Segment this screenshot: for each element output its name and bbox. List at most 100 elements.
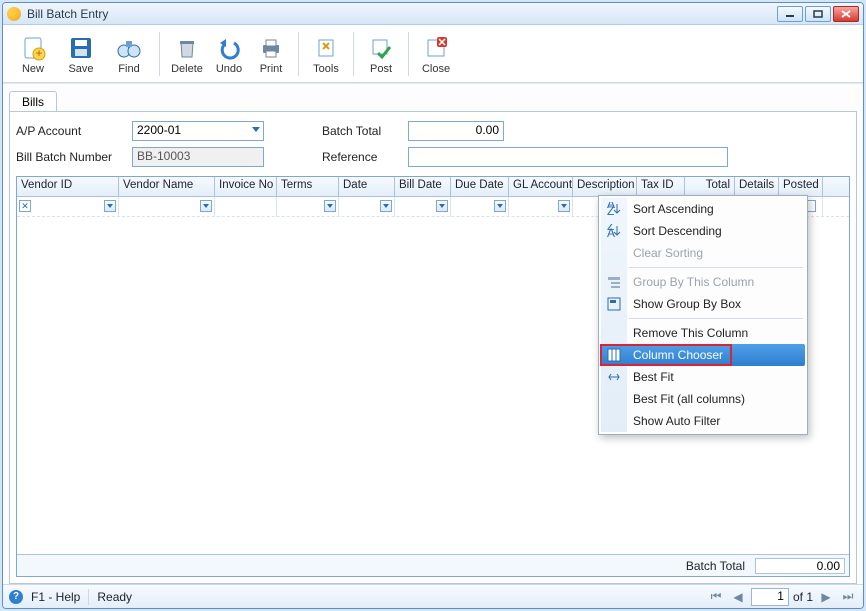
toolbar: +New Save Find Delete Undo Print Tools P… [3, 25, 863, 83]
pager-of-text: of 1 [793, 590, 813, 604]
dropdown-icon[interactable] [558, 200, 570, 212]
pager-page-input[interactable]: 1 [751, 588, 789, 606]
cell-invoice-no[interactable] [215, 197, 277, 217]
menu-sort-ascending[interactable]: AZSort Ascending [601, 198, 805, 220]
post-button[interactable]: Post [360, 29, 402, 79]
ap-account-label: A/P Account [16, 124, 126, 138]
statusbar: ? F1 - Help Ready ⏮ ◀ 1 of 1 ▶ ⏭ [3, 584, 863, 608]
col-vendor-name[interactable]: Vendor Name [119, 177, 215, 196]
bill-batch-number-field: BB-10003 [132, 147, 264, 167]
pager-prev-button[interactable]: ◀ [729, 588, 747, 606]
bill-batch-number-label: Bill Batch Number [16, 150, 126, 164]
reference-label: Reference [322, 150, 402, 164]
cell-bill-date[interactable] [395, 197, 451, 217]
menu-show-auto-filter[interactable]: Show Auto Filter [601, 410, 805, 432]
printer-icon [258, 33, 284, 63]
svg-text:+: + [35, 46, 42, 60]
cell-terms[interactable] [277, 197, 339, 217]
col-due-date[interactable]: Due Date [451, 177, 509, 196]
pager-last-button[interactable]: ⏭ [839, 588, 857, 606]
menu-group-by-column: Group By This Column [601, 271, 805, 293]
col-posted[interactable]: Posted [779, 177, 823, 196]
menu-best-fit-all[interactable]: Best Fit (all columns) [601, 388, 805, 410]
toolbar-separator [408, 32, 409, 76]
tools-icon [313, 33, 339, 63]
sort-asc-icon: AZ [606, 201, 622, 217]
undo-button[interactable]: Undo [208, 29, 250, 79]
reference-field[interactable] [408, 147, 728, 167]
cell-gl-account[interactable] [509, 197, 573, 217]
print-button[interactable]: Print [250, 29, 292, 79]
sort-desc-icon: ZA [606, 223, 622, 239]
tab-bills[interactable]: Bills [9, 91, 57, 112]
save-button[interactable]: Save [57, 29, 105, 79]
dropdown-icon[interactable] [436, 200, 448, 212]
window-title: Bill Batch Entry [27, 7, 777, 21]
pager-next-button[interactable]: ▶ [817, 588, 835, 606]
svg-text:Z: Z [607, 204, 614, 216]
dropdown-icon[interactable] [380, 200, 392, 212]
delete-button[interactable]: Delete [166, 29, 208, 79]
cell-vendor-id[interactable]: ✕ [17, 197, 119, 217]
maximize-button[interactable] [805, 6, 831, 22]
dropdown-icon[interactable] [494, 200, 506, 212]
menu-show-group-by-box[interactable]: Show Group By Box [601, 293, 805, 315]
minimize-button[interactable] [777, 6, 803, 22]
tools-button[interactable]: Tools [305, 29, 347, 79]
cell-date[interactable] [339, 197, 395, 217]
footer-batch-total-value: 0.00 [755, 558, 845, 574]
find-button[interactable]: Find [105, 29, 153, 79]
dropdown-icon[interactable] [324, 200, 336, 212]
post-check-icon [368, 33, 394, 63]
column-context-menu: AZSort Ascending ZASort Descending Clear… [598, 195, 808, 435]
binoculars-icon [115, 33, 143, 63]
help-icon[interactable]: ? [9, 590, 23, 604]
grid-footer: Batch Total 0.00 [17, 554, 849, 576]
toolbar-separator [298, 32, 299, 76]
col-details[interactable]: Details [735, 177, 779, 196]
col-gl-account[interactable]: GL Account [509, 177, 573, 196]
pager-first-button[interactable]: ⏮ [707, 588, 725, 606]
batch-total-label: Batch Total [322, 124, 402, 138]
col-terms[interactable]: Terms [277, 177, 339, 196]
status-help[interactable]: F1 - Help [31, 590, 80, 604]
batch-total-field[interactable]: 0.00 [408, 121, 504, 141]
group-icon [606, 274, 622, 290]
titlebar: Bill Batch Entry [3, 3, 863, 25]
toolbar-separator [159, 32, 160, 76]
column-chooser-icon [606, 347, 622, 363]
best-fit-icon [606, 369, 622, 385]
col-date[interactable]: Date [339, 177, 395, 196]
col-description[interactable]: Description [573, 177, 637, 196]
menu-sort-descending[interactable]: ZASort Descending [601, 220, 805, 242]
row-delete-icon[interactable]: ✕ [19, 200, 31, 212]
col-total[interactable]: Total [685, 177, 735, 196]
menu-remove-column[interactable]: Remove This Column [601, 322, 805, 344]
menu-clear-sorting: Clear Sorting [601, 242, 805, 264]
status-ready: Ready [97, 590, 132, 604]
trash-icon [174, 33, 200, 63]
cell-due-date[interactable] [451, 197, 509, 217]
ap-account-combo[interactable]: 2200-01 [132, 121, 264, 141]
close-panel-button[interactable]: Close [415, 29, 457, 79]
col-bill-date[interactable]: Bill Date [395, 177, 451, 196]
window-buttons [777, 6, 859, 22]
menu-best-fit[interactable]: Best Fit [601, 366, 805, 388]
grid-header: Vendor ID Vendor Name Invoice No Terms D… [17, 177, 849, 197]
groupbox-icon [606, 296, 622, 312]
footer-batch-total-label: Batch Total [686, 559, 745, 573]
tabbar: Bills [9, 90, 857, 112]
svg-text:A: A [607, 226, 615, 238]
dropdown-icon[interactable] [200, 200, 212, 212]
cell-vendor-name[interactable] [119, 197, 215, 217]
new-button[interactable]: +New [9, 29, 57, 79]
col-invoice-no[interactable]: Invoice No [215, 177, 277, 196]
undo-arrow-icon [216, 33, 242, 63]
col-tax-id[interactable]: Tax ID [637, 177, 685, 196]
menu-column-chooser[interactable]: Column Chooser [601, 344, 805, 366]
close-button[interactable] [833, 6, 859, 22]
dropdown-icon[interactable] [104, 200, 116, 212]
col-vendor-id[interactable]: Vendor ID [17, 177, 119, 196]
toolbar-separator [353, 32, 354, 76]
app-icon [7, 7, 21, 21]
